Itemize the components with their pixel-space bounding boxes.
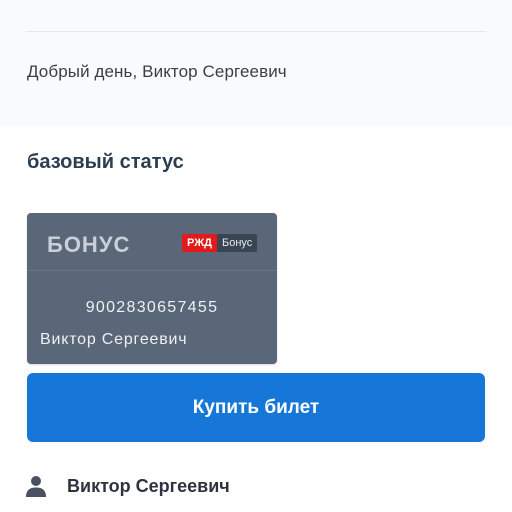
- bonus-card-header: БОНУС РЖД Бонус: [27, 213, 277, 271]
- rzd-badge-left: РЖД: [182, 234, 217, 252]
- card-number: 9002830657455: [85, 299, 219, 316]
- bonus-logo: БОНУС: [47, 232, 131, 257]
- rzd-badge-right: Бонус: [216, 234, 258, 252]
- header-section: Добрый день, Виктор Сергеевич: [0, 0, 512, 126]
- card-holder-name: Виктор Сергеевич: [40, 331, 188, 348]
- user-icon: [26, 476, 46, 497]
- profile-name: Виктор Сергеевич: [67, 475, 230, 496]
- status-title: базовый статус: [27, 151, 184, 173]
- profile-row[interactable]: Виктор Сергеевич: [26, 474, 230, 498]
- divider: [26, 31, 486, 32]
- buy-ticket-button[interactable]: Купить билет: [27, 373, 485, 442]
- greeting-text: Добрый день, Виктор Сергеевич: [27, 62, 287, 81]
- rzd-bonus-badge: РЖД Бонус: [182, 234, 258, 252]
- bonus-card[interactable]: БОНУС РЖД Бонус 9002830657455 Виктор Сер…: [27, 213, 277, 364]
